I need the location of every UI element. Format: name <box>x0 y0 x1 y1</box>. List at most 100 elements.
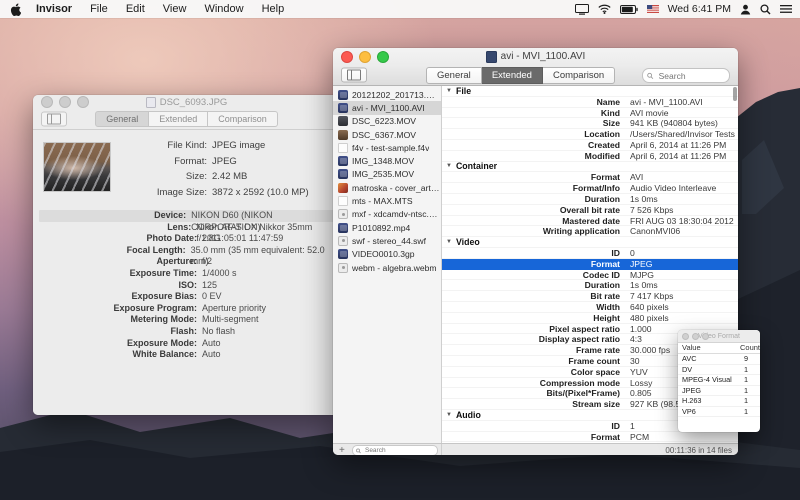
detail-value: April 6, 2014 at 11:26 PM <box>620 140 726 150</box>
section-title: File <box>456 86 471 96</box>
menu-item-window[interactable]: Window <box>195 0 252 18</box>
close-button[interactable] <box>682 333 689 340</box>
battery-icon[interactable] <box>620 5 638 14</box>
zoom-button[interactable] <box>77 96 89 108</box>
popup-titlebar[interactable]: Video Format <box>678 330 760 343</box>
detail-label: Overall bit rate <box>442 205 620 215</box>
file-list-item[interactable]: mxf - xdcamdv-ntsc.mxf <box>333 208 441 221</box>
main-tab-general[interactable]: General <box>426 67 482 84</box>
close-button[interactable] <box>41 96 53 108</box>
section-header-file[interactable]: ▼File <box>442 86 738 97</box>
toolbar-search-field[interactable] <box>642 68 730 83</box>
detail-row[interactable]: Bit rate7 417 Kbps <box>442 291 738 302</box>
search-input[interactable] <box>657 70 725 82</box>
file-list-item[interactable]: f4v - test-sample.f4v <box>333 141 441 154</box>
detail-row[interactable]: Height480 pixels <box>442 313 738 324</box>
sidebar-toggle-button[interactable] <box>341 68 367 83</box>
apple-menu-icon[interactable] <box>10 3 21 16</box>
detail-row[interactable]: Codec IDMJPG <box>442 270 738 281</box>
file-name: IMG_2535.MOV <box>352 169 414 179</box>
file-list-sidebar[interactable]: 20121202_201713.mp4avi - MVI_1100.AVIDSC… <box>333 86 442 443</box>
detail-row[interactable]: CreatedApril 6, 2014 at 11:26 PM <box>442 140 738 151</box>
info-value: Nikon AF-S DX Nikkor 35mm f/1.8G <box>191 222 334 234</box>
value-column-header[interactable]: Value <box>678 343 740 353</box>
file-list-item[interactable]: avi - MVI_1100.AVI <box>333 101 441 114</box>
file-list-item[interactable]: matroska - cover_art.mkv <box>333 181 441 194</box>
main-window-titlebar[interactable]: avi - MVI_1100.AVI <box>333 48 738 65</box>
file-list-item[interactable]: mts - MAX.MTS <box>333 194 441 207</box>
bg-window-titlebar[interactable]: DSC_6093.JPG <box>33 95 340 109</box>
minimize-button[interactable] <box>59 96 71 108</box>
menu-clock[interactable]: Wed 6:41 PM <box>668 3 731 15</box>
sidebar-toggle-button[interactable] <box>41 112 67 127</box>
detail-row[interactable]: ModifiedApril 6, 2014 at 11:26 PM <box>442 151 738 162</box>
count-column-header[interactable]: Count <box>740 343 760 353</box>
section-header-video[interactable]: ▼Video <box>442 237 738 248</box>
add-file-button[interactable]: + <box>336 446 348 456</box>
detail-row[interactable]: Nameavi - MVI_1100.AVI <box>442 97 738 108</box>
spotlight-search-icon[interactable] <box>760 4 771 15</box>
file-name: f4v - test-sample.f4v <box>352 143 429 153</box>
search-icon <box>356 448 361 454</box>
display-icon[interactable] <box>575 4 589 15</box>
bg-tab-comparison[interactable]: Comparison <box>208 111 278 127</box>
menu-item-edit[interactable]: Edit <box>117 0 154 18</box>
bg-tab-general[interactable]: General <box>95 111 149 127</box>
us-flag-icon[interactable] <box>647 5 659 13</box>
detail-value: JPEG <box>620 259 652 269</box>
main-tab-comparison[interactable]: Comparison <box>543 67 615 84</box>
file-list-item[interactable]: 20121202_201713.mp4 <box>333 88 441 101</box>
sidebar-search-input[interactable] <box>363 446 434 455</box>
popup-row[interactable]: VP61 <box>678 407 760 418</box>
menu-item-invisor[interactable]: Invisor <box>27 0 81 18</box>
file-list-item[interactable]: webm - algebra.webm <box>333 261 441 274</box>
popup-row[interactable]: JPEG1 <box>678 386 760 397</box>
detail-row[interactable]: Duration1s 0ms <box>442 194 738 205</box>
file-list-item[interactable]: DSC_6223.MOV <box>333 115 441 128</box>
section-header-container[interactable]: ▼Container <box>442 162 738 173</box>
background-window[interactable]: DSC_6093.JPG GeneralExtendedComparison F… <box>33 95 340 415</box>
detail-row[interactable]: Duration1s 0ms <box>442 280 738 291</box>
minimize-button[interactable] <box>359 51 371 63</box>
detail-row[interactable]: FormatJPEG <box>442 259 738 270</box>
menu-item-file[interactable]: File <box>81 0 117 18</box>
bg-tab-extended[interactable]: Extended <box>149 111 208 127</box>
scrollbar-thumb[interactable] <box>733 87 737 101</box>
notification-center-icon[interactable] <box>780 4 792 14</box>
detail-row[interactable]: Overall bit rate7 526 Kbps <box>442 205 738 216</box>
minimize-button[interactable] <box>692 333 699 340</box>
file-list-item[interactable]: P1010892.mp4 <box>333 221 441 234</box>
detail-value: AVI movie <box>620 108 669 118</box>
zoom-button[interactable] <box>702 333 709 340</box>
file-list-item[interactable]: IMG_2535.MOV <box>333 168 441 181</box>
file-list-item[interactable]: swf - stereo_44.swf <box>333 234 441 247</box>
detail-row[interactable]: Size941 KB (940804 bytes) <box>442 118 738 129</box>
main-tab-extended[interactable]: Extended <box>482 67 543 84</box>
detail-row[interactable]: Location/Users/Shared/Invisor Tests <box>442 129 738 140</box>
detail-row[interactable]: FormatAVI <box>442 172 738 183</box>
popup-row[interactable]: AVC9 <box>678 354 760 365</box>
popup-row[interactable]: MPEG-4 Visual1 <box>678 375 760 386</box>
menu-item-view[interactable]: View <box>154 0 196 18</box>
sidebar-search-field[interactable] <box>352 445 438 455</box>
detail-row[interactable]: FormatPCM <box>442 432 738 443</box>
wifi-icon[interactable] <box>598 4 611 14</box>
zoom-button[interactable] <box>377 51 389 63</box>
detail-row[interactable]: Format/InfoAudio Video Interleave <box>442 183 738 194</box>
popup-row[interactable]: DV1 <box>678 365 760 376</box>
close-button[interactable] <box>341 51 353 63</box>
video-format-popup[interactable]: Video Format Value Count AVC9DV1MPEG-4 V… <box>678 330 760 432</box>
file-list-item[interactable]: IMG_1348.MOV <box>333 154 441 167</box>
detail-row[interactable]: ID0 <box>442 248 738 259</box>
detail-row[interactable]: Mastered dateFRI AUG 03 18:30:04 2012 <box>442 216 738 227</box>
detail-row[interactable]: KindAVI movie <box>442 108 738 119</box>
detail-value: YUV <box>620 367 648 377</box>
file-list-item[interactable]: VIDEO0010.3gp <box>333 248 441 261</box>
user-icon[interactable] <box>740 4 751 15</box>
detail-row[interactable]: Writing applicationCanonMVI06 <box>442 226 738 237</box>
detail-label: Bit rate <box>442 291 620 301</box>
popup-row[interactable]: H.2631 <box>678 396 760 407</box>
detail-row[interactable]: Width640 pixels <box>442 302 738 313</box>
menu-item-help[interactable]: Help <box>253 0 294 18</box>
file-list-item[interactable]: DSC_6367.MOV <box>333 128 441 141</box>
